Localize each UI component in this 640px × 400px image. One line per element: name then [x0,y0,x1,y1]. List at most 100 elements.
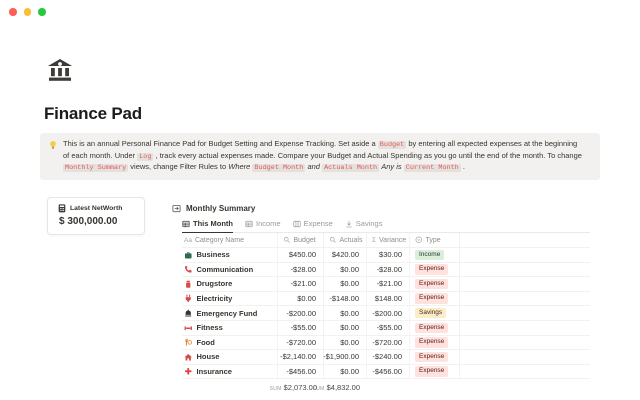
budget-cell[interactable]: -$200.00 [278,306,324,320]
empty-cell [460,350,590,364]
column-header-type[interactable]: Type [410,233,460,247]
type-badge: Expense [415,366,448,377]
column-header-category-name[interactable]: AaCategory Name [182,233,278,247]
category-cell[interactable]: Fitness [182,321,278,335]
networth-label: Latest NetWorth [70,205,122,212]
table-row[interactable]: Fitness-$55.00$0.00-$55.00Expense [182,321,590,336]
category-name: Insurance [197,367,232,376]
callout-text-segment: views, change Filter Rules to [128,162,228,171]
variance-cell[interactable]: -$240.00 [367,350,410,364]
close-button[interactable] [9,8,17,16]
actuals-cell[interactable]: $0.00 [324,306,367,320]
type-cell[interactable]: Expense [410,263,460,277]
rollup-icon [283,236,291,244]
actuals-cell[interactable]: $0.00 [324,365,367,379]
type-badge: Savings [415,308,446,319]
column-header-actuals[interactable]: Actuals [324,233,367,247]
window-controls [9,8,46,16]
category-cell[interactable]: Communication [182,263,278,277]
table-view-icon [182,220,190,228]
budget-cell[interactable]: -$720.00 [278,336,324,350]
type-badge: Expense [415,293,448,304]
variance-cell[interactable]: -$720.00 [367,336,410,350]
table-row[interactable]: Insurance -$456.00$0.00-$456.00 Expense [182,365,590,380]
monthly-summary-section: Monthly Summary This Month Income Expense S… [172,202,590,396]
variance-cell[interactable]: -$200.00 [367,306,410,320]
empty-cell [460,321,590,335]
actuals-sum[interactable]: Sum $4,832.00 [324,383,367,392]
actuals-cell[interactable]: $0.00 [324,336,367,350]
actuals-cell[interactable]: -$148.00 [324,292,367,306]
food-icon [184,338,193,347]
variance-cell[interactable]: $148.00 [367,292,410,306]
table-row[interactable]: House-$2,140.00-$1,900.00-$240.00Expense [182,350,590,365]
type-cell[interactable]: Expense [410,292,460,306]
variance-cell[interactable]: -$456.00 [367,365,410,379]
type-cell[interactable]: Expense [410,321,460,335]
tab-expense[interactable]: Expense [293,219,333,232]
page-title[interactable]: Finance Pad [44,104,142,124]
bank-icon[interactable] [46,56,74,84]
tab-savings[interactable]: Savings [345,219,383,232]
table-row[interactable]: Electricity $0.00-$148.00$148.00 Expense [182,292,590,307]
app-window: Finance Pad This is an annual Personal F… [0,0,640,400]
category-cell[interactable]: House [182,350,278,364]
callout-text-segment: , track every actual expenses made. Comp… [153,151,581,160]
variance-cell[interactable]: -$21.00 [367,277,410,291]
category-name: Communication [197,265,254,274]
table-view-icon [245,220,253,228]
actuals-cell[interactable]: $420.00 [324,248,367,262]
category-name: Drugstore [197,279,233,288]
budget-cell[interactable]: -$21.00 [278,277,324,291]
minimize-button[interactable] [24,8,32,16]
table-row[interactable]: Communication-$28.00$0.00-$28.00Expense [182,263,590,278]
budget-cell[interactable]: $450.00 [278,248,324,262]
table-row[interactable]: Business$450.00$420.00$30.00 Income [182,248,590,263]
budget-cell[interactable]: -$2,140.00 [278,350,324,364]
briefcase-icon [184,251,193,260]
column-header-budget[interactable]: Budget [278,233,324,247]
actuals-cell[interactable]: -$1,900.00 [324,350,367,364]
type-cell[interactable]: Expense [410,277,460,291]
variance-cell[interactable]: $30.00 [367,248,410,262]
category-cell[interactable]: Food [182,336,278,350]
variance-cell[interactable]: -$55.00 [367,321,410,335]
category-cell[interactable]: Emergency Fund [182,306,278,320]
category-name: Electricity [197,294,233,303]
table-footer-row: Sum $2,073.00 Sum $4,832.00 [182,379,590,396]
category-cell[interactable]: Drugstore [182,277,278,291]
category-cell[interactable]: Electricity [182,292,278,306]
networth-card: Latest NetWorth $ 300,000.00 [47,197,145,235]
select-property-icon [415,236,423,244]
budget-cell[interactable]: -$456.00 [278,365,324,379]
actuals-cell[interactable]: $0.00 [324,321,367,335]
tab-label: This Month [193,219,233,228]
budget-cell[interactable]: -$55.00 [278,321,324,335]
actuals-cell[interactable]: $0.00 [324,263,367,277]
variance-cell[interactable]: -$28.00 [367,263,410,277]
callout-text-segment: Budget Month [252,164,305,172]
column-header-variance[interactable]: ΣVariance [367,233,410,247]
type-cell[interactable]: Income [410,248,460,262]
budget-cell[interactable]: -$28.00 [278,263,324,277]
table-row[interactable]: Food-$720.00$0.00-$720.00Expense [182,336,590,351]
zoom-button[interactable] [38,8,46,16]
tab-this-month[interactable]: This Month [182,219,233,233]
type-badge: Income [415,250,444,261]
house-icon [184,353,193,362]
empty-cell [460,248,590,262]
tab-income[interactable]: Income [245,219,281,232]
type-cell[interactable]: Expense [410,350,460,364]
budget-cell[interactable]: $0.00 [278,292,324,306]
type-cell[interactable]: Expense [410,336,460,350]
callout-text-segment: Where [228,162,250,171]
table-row[interactable]: Drugstore-$21.00$0.00-$21.00Expense [182,277,590,292]
summary-title[interactable]: Monthly Summary [186,204,255,213]
category-cell[interactable]: Business [182,248,278,262]
type-cell[interactable]: Savings [410,306,460,320]
table-row[interactable]: Emergency Fund-$200.00$0.00-$200.00Savin… [182,306,590,321]
callout-text-segment: Actuals Month [322,164,379,172]
actuals-cell[interactable]: $0.00 [324,277,367,291]
type-cell[interactable]: Expense [410,365,460,379]
category-cell[interactable]: Insurance [182,365,278,379]
